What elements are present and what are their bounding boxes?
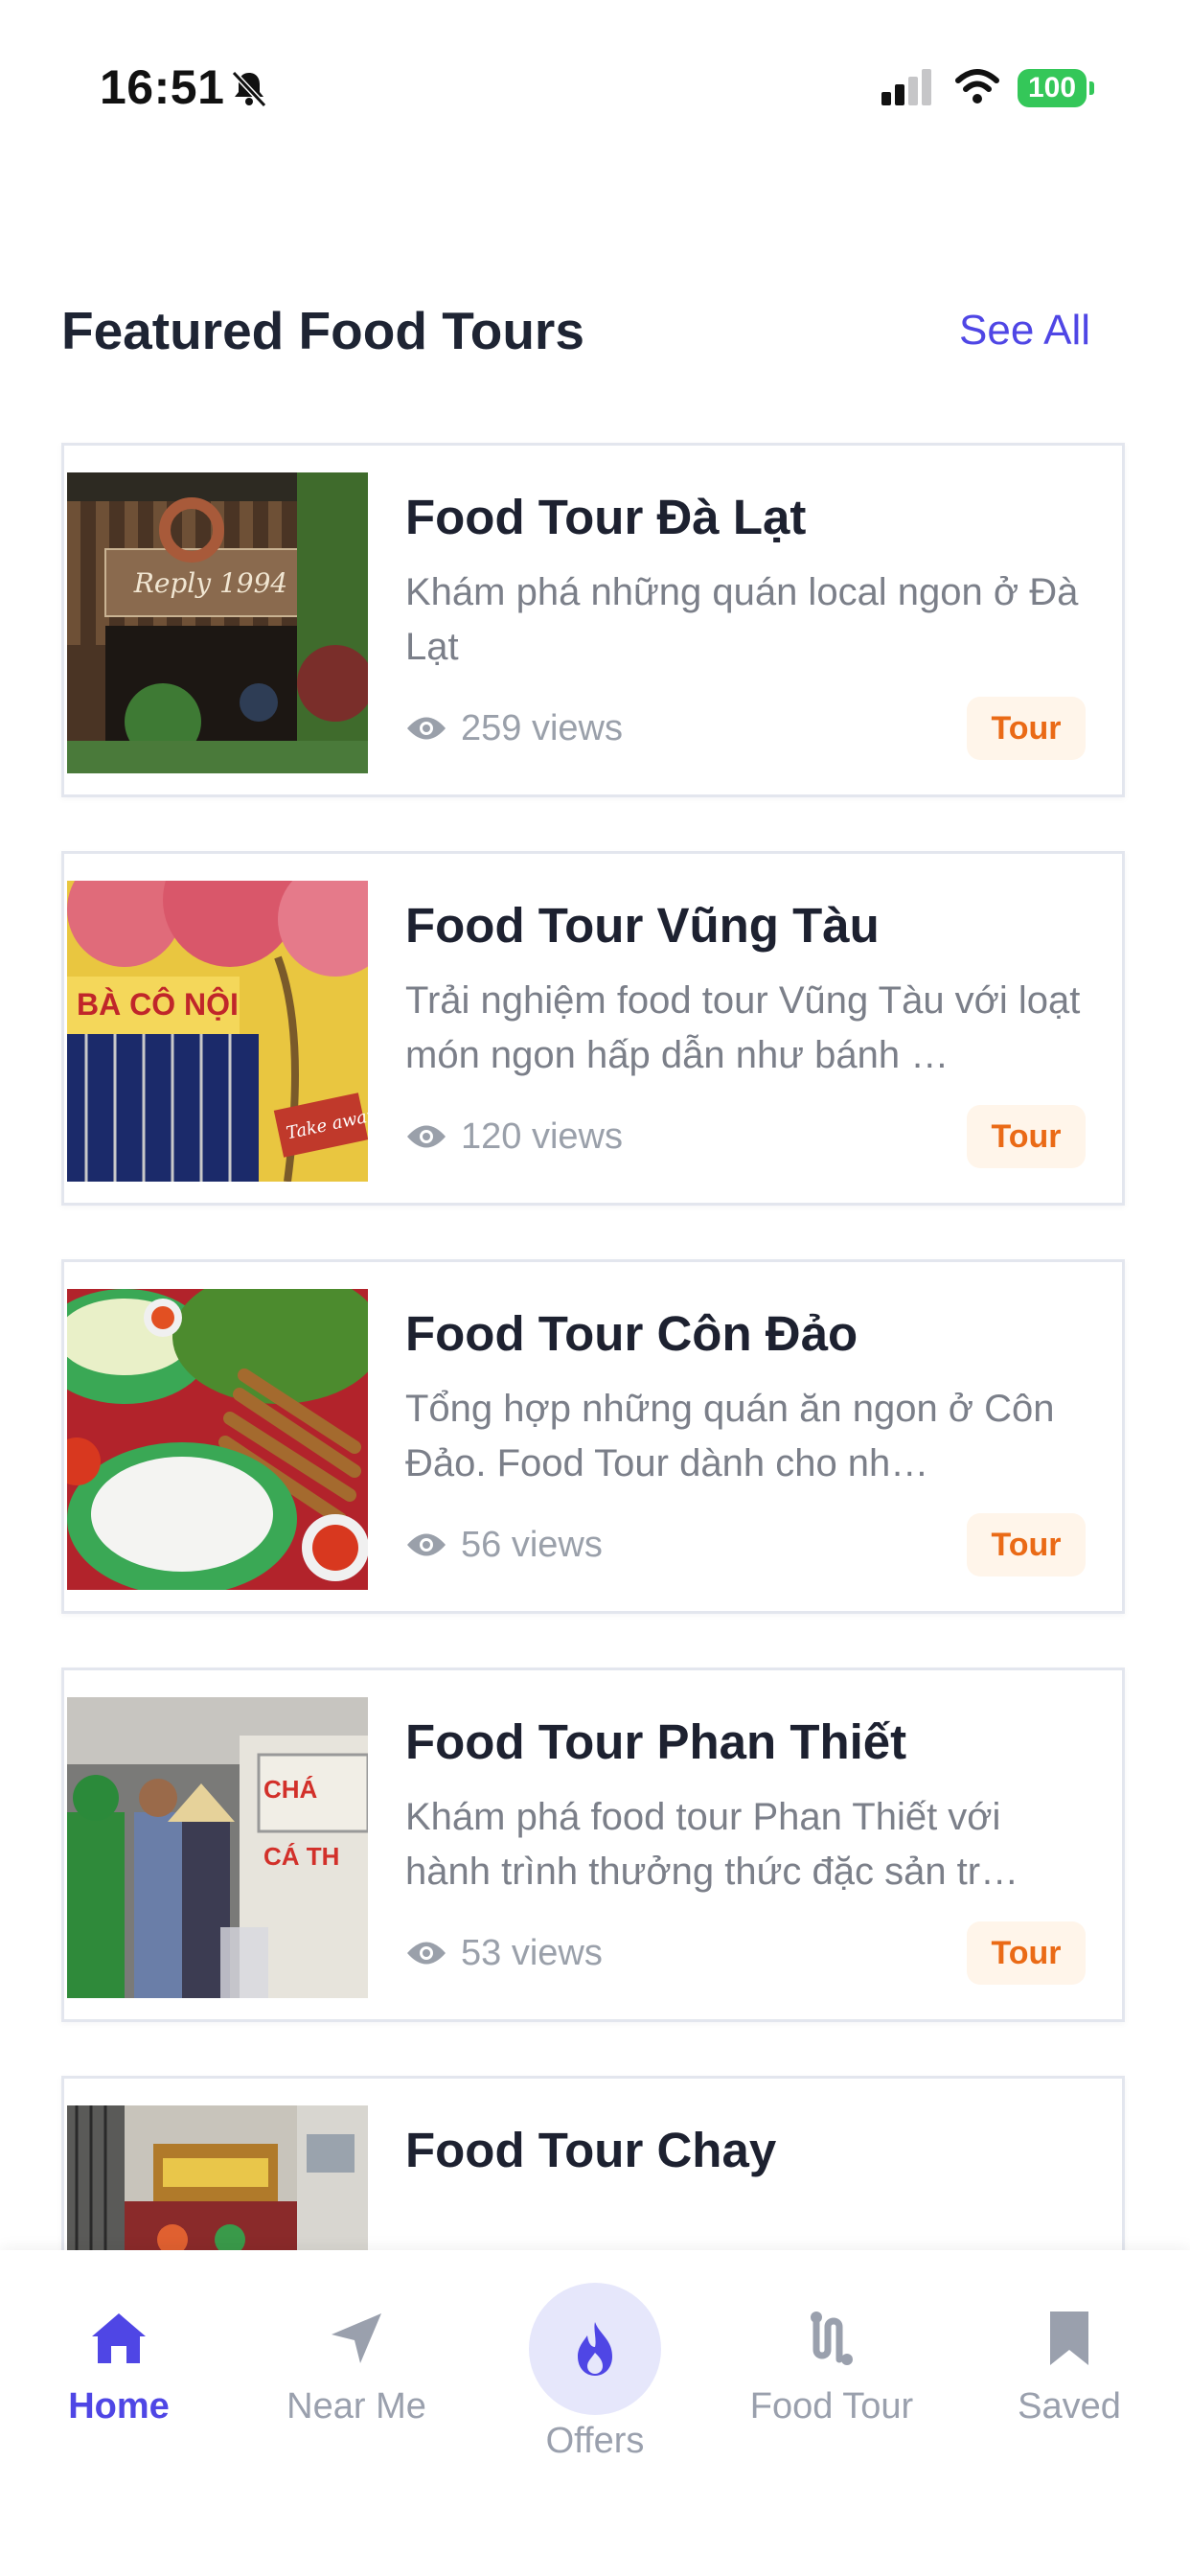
tour-description: Khám phá food tour Phan Thiết với hành t… [405, 1796, 1019, 1893]
svg-text:Reply 1994: Reply 1994 [133, 567, 288, 599]
tour-title: Food Tour Vũng Tàu [405, 898, 880, 953]
tour-card-vung-tau[interactable]: BÀ CÔ NỘI Take away Food Tour Vũng Tàu T… [61, 851, 1125, 1206]
svg-text:BÀ CÔ NỘI: BÀ CÔ NỘI [77, 987, 239, 1022]
tour-badge: Tour [967, 1921, 1086, 1985]
status-bar: 16:51 100 [0, 0, 1190, 172]
tour-title: Food Tour Côn Đảo [405, 1306, 858, 1361]
tour-title: Food Tour Chay [405, 2123, 777, 2177]
eye-icon [407, 1533, 446, 1556]
tour-description: Khám phá những quán local ngon ở Đà Lạt [405, 571, 1079, 668]
tour-card-con-dao[interactable]: Food Tour Côn Đảo Tổng hợp những quán ăn… [61, 1259, 1125, 1614]
status-time: 16:51 [100, 60, 225, 114]
wooden-cafe-image: Reply 1994 [67, 472, 368, 773]
navigation-arrow-icon [332, 2313, 381, 2363]
nav-home-label: Home [68, 2386, 170, 2426]
tour-description: Trải nghiệm food tour Vũng Tàu với loạt … [405, 979, 1081, 1076]
tour-thumbnail [67, 1289, 368, 1590]
battery-indicator: 100 [1018, 69, 1094, 107]
nav-near-me[interactable]: Near Me [251, 2308, 462, 2427]
tour-card-phan-thiet[interactable]: CHÁ CÁ TH Food Tour Phan Thiết Khám phá … [61, 1668, 1125, 2022]
eye-icon [407, 717, 446, 740]
tour-views: 259 views [405, 704, 623, 752]
bell-muted-icon [231, 70, 267, 108]
tour-title: Food Tour Phan Thiết [405, 1714, 907, 1769]
views-count: 120 views [461, 1116, 623, 1157]
offers-highlight [529, 2283, 661, 2415]
eye-icon [407, 1942, 446, 1965]
views-count: 56 views [461, 1524, 603, 1565]
wifi-icon [955, 69, 999, 104]
tour-title: Food Tour Đà Lạt [405, 490, 807, 544]
route-icon [811, 2312, 853, 2365]
battery-tip [1089, 81, 1094, 95]
bookmark-icon [1050, 2312, 1088, 2365]
grilled-skewers-image [67, 1289, 368, 1590]
ba-con-noi-storefront-image: BÀ CÔ NỘI Take away [67, 881, 368, 1182]
tour-views: 56 views [405, 1521, 603, 1569]
svg-text:CÁ TH: CÁ TH [263, 1842, 339, 1871]
nav-near-me-label: Near Me [286, 2386, 426, 2426]
svg-text:CHÁ: CHÁ [263, 1775, 318, 1804]
battery-level: 100 [1018, 69, 1087, 107]
tour-badge: Tour [967, 1105, 1086, 1168]
tour-views: 120 views [405, 1113, 623, 1161]
home-icon [92, 2313, 146, 2363]
nav-saved-label: Saved [1018, 2386, 1121, 2426]
tour-description: Tổng hợp những quán ăn ngon ở Côn Đảo. F… [405, 1388, 1055, 1484]
nav-offers-label: Offers [545, 2421, 645, 2461]
views-count: 259 views [461, 707, 623, 748]
nav-offers[interactable]: Offers [490, 2283, 700, 2462]
tour-thumbnail: Reply 1994 [67, 472, 368, 773]
views-count: 53 views [461, 1932, 603, 1973]
tour-thumbnail: CHÁ CÁ TH [67, 1697, 368, 1998]
nav-home[interactable]: Home [13, 2308, 224, 2427]
cellular-signal-icon [881, 69, 931, 105]
street-food-stall-image: CHÁ CÁ TH [67, 1697, 368, 1998]
tour-thumbnail: BÀ CÔ NỘI Take away [67, 881, 368, 1182]
tour-badge: Tour [967, 697, 1086, 760]
tour-views: 53 views [405, 1929, 603, 1977]
see-all-link[interactable]: See All [959, 307, 1090, 355]
nav-food-tour-label: Food Tour [749, 2386, 914, 2426]
bottom-navigation: Home Near Me Offers Food Tour Saved [0, 2250, 1190, 2576]
tour-badge: Tour [967, 1513, 1086, 1576]
tour-card-da-lat[interactable]: Reply 1994 Food Tour Đà Lạt Khám phá nhữ… [61, 443, 1125, 797]
eye-icon [407, 1125, 446, 1148]
flame-icon [578, 2322, 612, 2376]
nav-food-tour[interactable]: Food Tour [726, 2308, 937, 2427]
nav-saved[interactable]: Saved [964, 2308, 1175, 2427]
section-title: Featured Food Tours [61, 301, 584, 360]
